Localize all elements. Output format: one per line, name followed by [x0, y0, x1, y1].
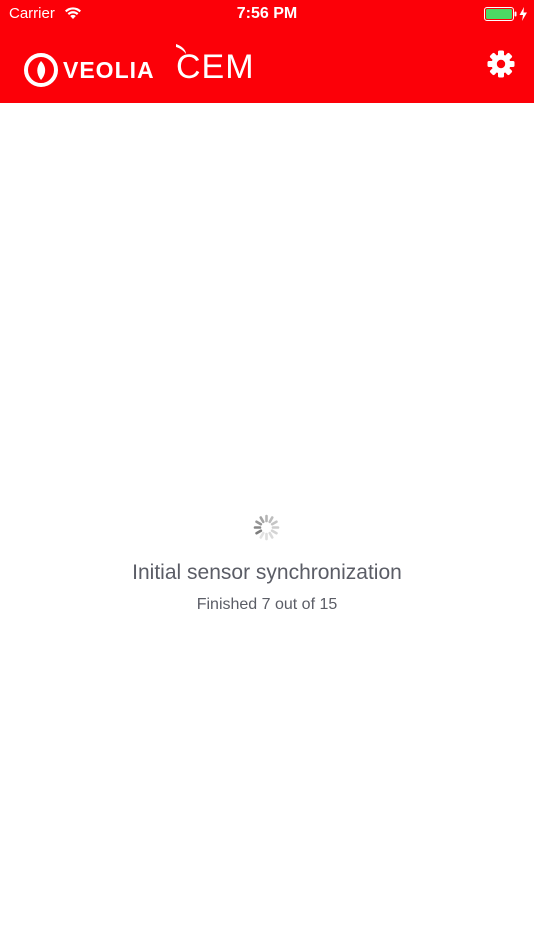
- veolia-emblem-icon: [24, 53, 58, 87]
- gear-icon: [487, 50, 515, 78]
- battery-charging-icon: [484, 7, 527, 21]
- activity-spinner-icon: [253, 514, 280, 541]
- sync-title: Initial sensor synchronization: [132, 561, 402, 584]
- navigation-bar: VEOLIA CEM: [0, 30, 534, 103]
- cem-wordmark: CEM: [176, 48, 255, 86]
- status-time: 7:56 PM: [236, 5, 298, 22]
- app-screen: Carrier 7:56 PM VEOLIA CEM Initial senso…: [0, 0, 534, 950]
- top-bar: Carrier 7:56 PM VEOLIA CEM: [0, 0, 534, 103]
- veolia-logo: VEOLIA: [24, 52, 155, 88]
- settings-button[interactable]: [486, 49, 516, 79]
- cem-logo: CEM: [170, 42, 255, 86]
- status-bar: Carrier 7:56 PM: [0, 0, 534, 30]
- veolia-wordmark: VEOLIA: [63, 57, 155, 83]
- sync-progress-text: Finished 7 out of 15: [196, 596, 338, 613]
